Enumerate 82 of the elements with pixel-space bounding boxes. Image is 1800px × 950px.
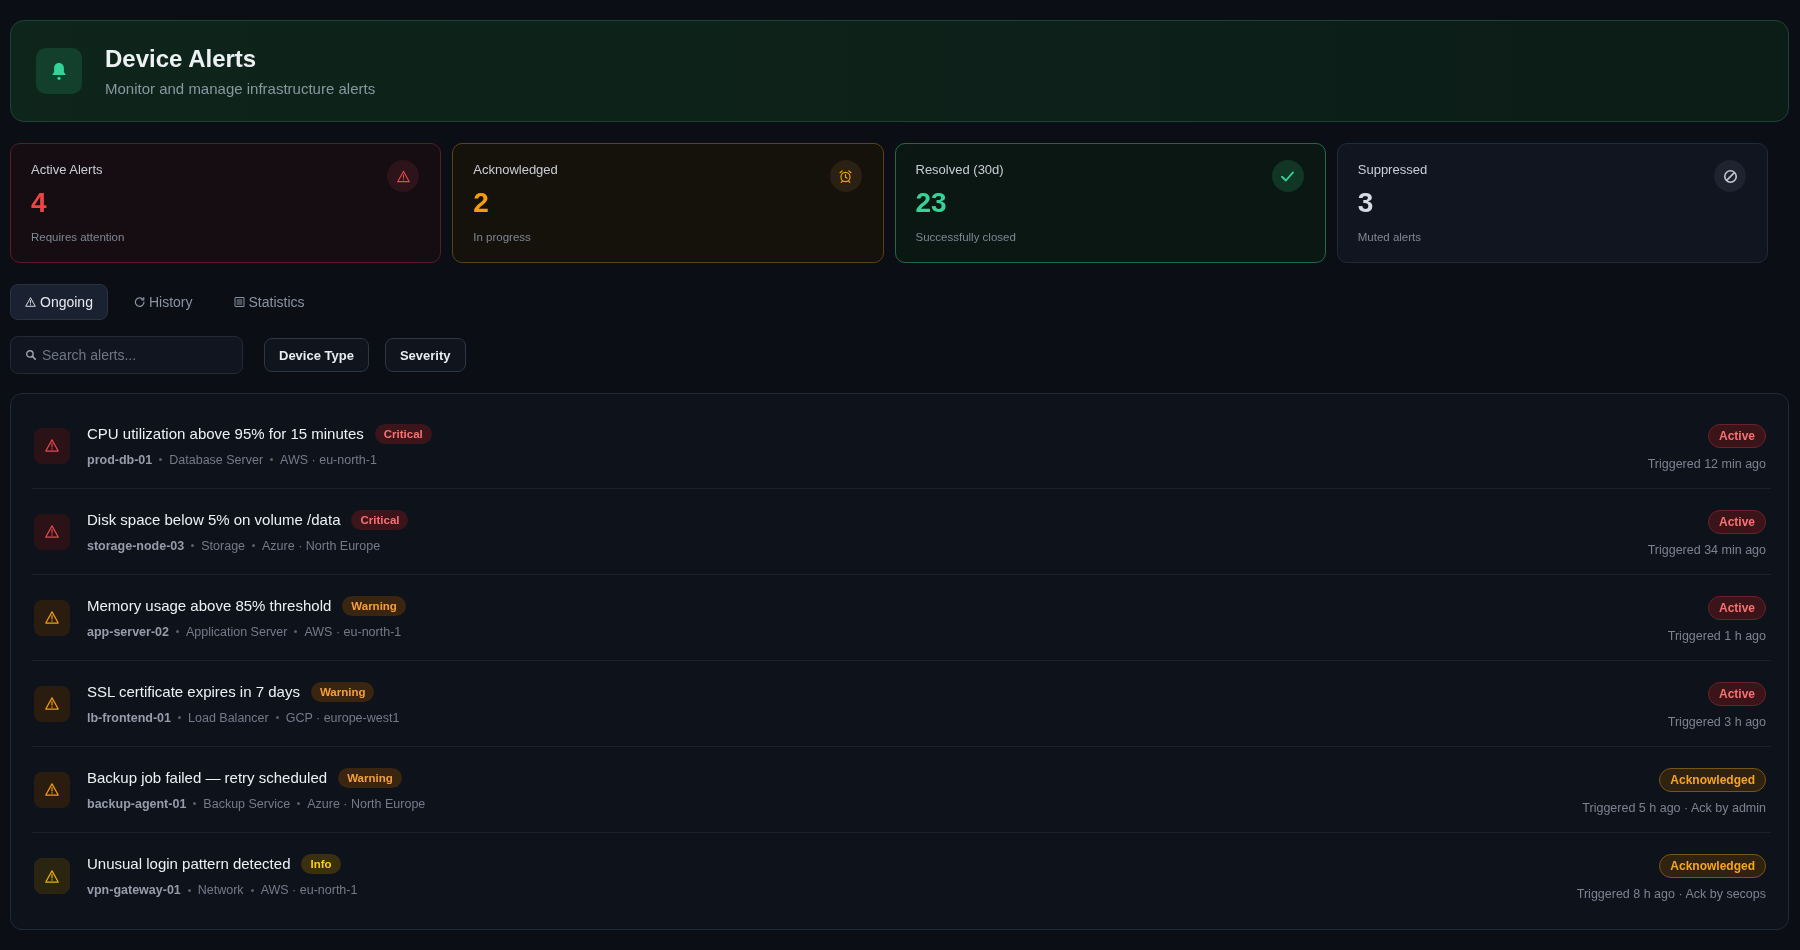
separator-dot-icon bbox=[187, 888, 191, 892]
separator-dot-icon bbox=[191, 544, 195, 547]
stat-note: Requires attention bbox=[31, 230, 125, 245]
list-icon bbox=[233, 297, 245, 307]
page-title: Device Alerts bbox=[105, 43, 258, 74]
severity-badge: Critical bbox=[351, 509, 409, 530]
device-location: AWS · eu-north-1 bbox=[304, 623, 402, 640]
stat-note: Muted alerts bbox=[1357, 230, 1423, 245]
alert-time: Triggered 3 h ago bbox=[1667, 713, 1766, 730]
device-location: AWS · eu-north-1 bbox=[260, 882, 358, 898]
alert-time: Triggered 8 h ago · Ack by secops bbox=[1576, 886, 1766, 902]
search-icon bbox=[26, 350, 36, 360]
stat-value: 2 bbox=[473, 186, 490, 220]
device-type: Load Balancer bbox=[188, 709, 269, 726]
alert-time: Triggered 12 min ago bbox=[1647, 455, 1766, 472]
alert-title: Disk space below 5% on volume /data bbox=[87, 509, 341, 530]
alert-time: Triggered 5 h ago · Ack by admin bbox=[1582, 799, 1766, 816]
severity-badge: Warning bbox=[338, 767, 402, 788]
filter-button[interactable]: Severity bbox=[384, 338, 466, 372]
device-name: prod-db-01 bbox=[87, 451, 153, 468]
circular-arrow-icon bbox=[133, 297, 145, 307]
separator-dot-icon bbox=[270, 458, 274, 461]
severity-badge: Warning bbox=[342, 595, 406, 616]
alert-title: Backup job failed — retry scheduled bbox=[87, 767, 328, 788]
device-name: storage-node-03 bbox=[87, 537, 185, 554]
separator-dot-icon bbox=[178, 716, 182, 719]
separator-dot-icon bbox=[250, 888, 254, 892]
stat-label: Active Alerts bbox=[31, 161, 104, 179]
alarm-clock-icon bbox=[829, 160, 862, 192]
device-type: Application Server bbox=[186, 623, 288, 640]
warning-triangle-icon bbox=[25, 297, 36, 307]
device-location: Azure · North Europe bbox=[307, 795, 426, 812]
alert-title: Unusual login pattern detected bbox=[87, 854, 291, 874]
severity-badge: Info bbox=[301, 854, 341, 874]
alert-title: SSL certificate expires in 7 days bbox=[87, 681, 300, 702]
device-type: Database Server bbox=[169, 451, 264, 468]
status-badge: Active bbox=[1707, 423, 1766, 448]
stat-note: In progress bbox=[473, 230, 532, 245]
stat-note: Successfully closed bbox=[915, 230, 1016, 245]
stat-label: Acknowledged bbox=[473, 161, 558, 179]
stat-label: Resolved (30d) bbox=[915, 161, 1005, 179]
tab[interactable]: Ongoing bbox=[10, 284, 108, 320]
status-badge: Active bbox=[1707, 595, 1766, 620]
check-icon bbox=[1271, 160, 1304, 192]
separator-dot-icon bbox=[294, 630, 298, 633]
circle-slash-icon bbox=[1714, 160, 1746, 192]
status-badge: Acknowledged bbox=[1659, 767, 1766, 792]
device-name: vpn-gateway-01 bbox=[87, 882, 181, 898]
bell-icon bbox=[36, 48, 82, 94]
separator-dot-icon bbox=[297, 802, 301, 805]
device-name: app-server-02 bbox=[87, 623, 169, 640]
device-type: Storage bbox=[201, 537, 246, 554]
stat-value: 4 bbox=[31, 186, 48, 220]
device-location: AWS · eu-north-1 bbox=[280, 451, 377, 468]
alert-title: Memory usage above 85% threshold bbox=[87, 595, 332, 616]
stat-value: 23 bbox=[915, 186, 948, 220]
status-badge: Active bbox=[1707, 509, 1766, 534]
device-location: Azure · North Europe bbox=[262, 537, 381, 554]
severity-badge: Critical bbox=[374, 423, 432, 444]
status-badge: Acknowledged bbox=[1659, 854, 1766, 878]
stat-value: 3 bbox=[1357, 186, 1375, 220]
separator-dot-icon bbox=[159, 458, 163, 461]
stat-label: Suppressed bbox=[1357, 161, 1428, 179]
search-field[interactable]: Search alerts... bbox=[10, 336, 243, 374]
device-name: lb-frontend-01 bbox=[87, 709, 172, 726]
alert-time: Triggered 1 h ago bbox=[1667, 627, 1766, 644]
device-type: Network bbox=[197, 882, 244, 898]
alert-title: CPU utilization above 95% for 15 minutes bbox=[87, 423, 364, 444]
status-badge: Active bbox=[1707, 681, 1766, 706]
separator-dot-icon bbox=[176, 630, 179, 633]
page-subtitle: Monitor and manage infrastructure alerts bbox=[105, 78, 376, 99]
device-location: GCP · europe-west1 bbox=[285, 709, 400, 726]
tab[interactable]: History bbox=[118, 284, 208, 320]
severity-badge: Warning bbox=[310, 681, 375, 702]
alert-time: Triggered 34 min ago bbox=[1647, 541, 1766, 558]
tab[interactable]: Statistics bbox=[218, 284, 320, 320]
separator-dot-icon bbox=[252, 544, 256, 547]
filter-button[interactable]: Device Type bbox=[264, 338, 369, 372]
device-type: Backup Service bbox=[203, 795, 291, 812]
separator-dot-icon bbox=[193, 802, 197, 805]
device-name: backup-agent-01 bbox=[87, 795, 187, 812]
separator-dot-icon bbox=[275, 716, 279, 719]
